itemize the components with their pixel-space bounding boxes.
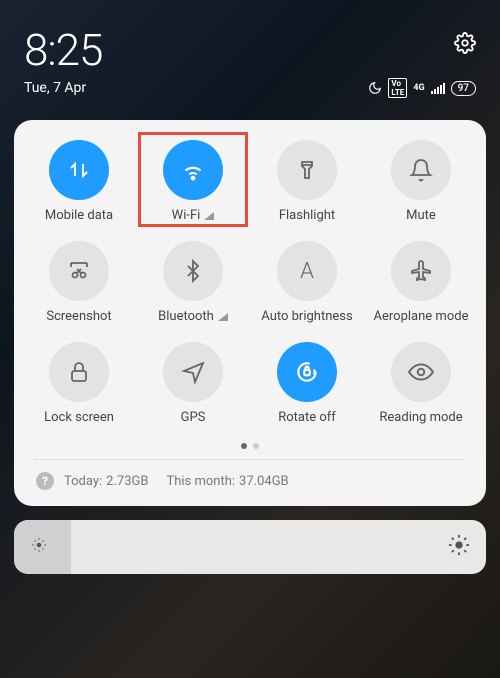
bluetooth-tile[interactable]: Bluetooth: [140, 241, 246, 324]
tile-label: Screenshot: [46, 309, 111, 324]
tile-label: Mobile data: [45, 208, 113, 223]
usage-month-label: This month:: [166, 474, 235, 489]
mobile-data-icon: [49, 140, 109, 200]
rotate-lock-icon: [277, 342, 337, 402]
tile-label: Aeroplane mode: [374, 309, 469, 324]
tile-label: Wi-Fi: [172, 208, 215, 223]
tile-label: Rotate off: [278, 410, 336, 425]
aeroplane-mode-tile[interactable]: Aeroplane mode: [368, 241, 474, 324]
gps-tile[interactable]: GPS: [140, 342, 246, 425]
usage-today-value: 2.73GB: [106, 474, 148, 489]
lock-screen-tile[interactable]: Lock screen: [26, 342, 132, 425]
date: Tue, 7 Apr: [24, 80, 86, 96]
auto-brightness-icon: A: [277, 241, 337, 301]
data-usage[interactable]: ? Today: 2.73GB This month: 37.04GB: [26, 460, 474, 496]
tile-label: GPS: [181, 410, 206, 425]
clock-row: 8:25: [24, 24, 476, 76]
eye-icon: [391, 342, 451, 402]
auto-brightness-tile[interactable]: A Auto brightness: [254, 241, 360, 324]
info-icon: ?: [36, 472, 54, 490]
wifi-tile[interactable]: Wi-Fi: [140, 140, 246, 223]
flashlight-icon: [277, 140, 337, 200]
tile-label: Mute: [406, 208, 436, 223]
clock: 8:25: [24, 24, 102, 76]
dnd-icon: [368, 81, 382, 95]
page-indicator[interactable]: [26, 443, 474, 449]
date-row: Tue, 7 Apr VoLTE 4G 97: [24, 78, 476, 98]
mute-tile[interactable]: Mute: [368, 140, 474, 223]
usage-month-value: 37.04GB: [239, 474, 289, 489]
tile-label: Lock screen: [44, 410, 114, 425]
volte-icon: VoLTE: [388, 78, 407, 98]
sun-high-icon: [448, 534, 470, 560]
status-icons: VoLTE 4G 97: [368, 78, 476, 98]
bluetooth-icon: [163, 241, 223, 301]
screenshot-tile[interactable]: Screenshot: [26, 241, 132, 324]
quick-settings-panel: Mobile data Wi-Fi Flashlight Mute: [14, 120, 486, 506]
tile-label: Bluetooth: [158, 309, 228, 324]
wifi-icon: [163, 140, 223, 200]
status-area: 8:25 Tue, 7 Apr VoLTE 4G 97: [0, 0, 500, 110]
settings-icon[interactable]: [454, 32, 476, 58]
tile-label: Reading mode: [379, 410, 462, 425]
page-dot: [241, 443, 247, 449]
page-dot: [253, 443, 259, 449]
flashlight-tile[interactable]: Flashlight: [254, 140, 360, 223]
airplane-icon: [391, 241, 451, 301]
tile-label: Auto brightness: [261, 309, 352, 324]
sun-low-icon: [30, 536, 48, 558]
lock-icon: [49, 342, 109, 402]
reading-mode-tile[interactable]: Reading mode: [368, 342, 474, 425]
signal-icon: [431, 82, 445, 94]
bell-icon: [391, 140, 451, 200]
tile-label: Flashlight: [279, 208, 335, 223]
network-icon: 4G: [413, 83, 424, 93]
signal-triangle-icon: [204, 212, 214, 220]
brightness-slider[interactable]: [14, 520, 486, 574]
usage-today-label: Today:: [64, 474, 102, 489]
scissors-icon: [49, 241, 109, 301]
tiles-grid: Mobile data Wi-Fi Flashlight Mute: [26, 140, 474, 425]
rotate-tile[interactable]: Rotate off: [254, 342, 360, 425]
navigation-icon: [163, 342, 223, 402]
mobile-data-tile[interactable]: Mobile data: [26, 140, 132, 223]
signal-triangle-icon: [218, 313, 228, 321]
battery-indicator: 97: [451, 81, 476, 96]
